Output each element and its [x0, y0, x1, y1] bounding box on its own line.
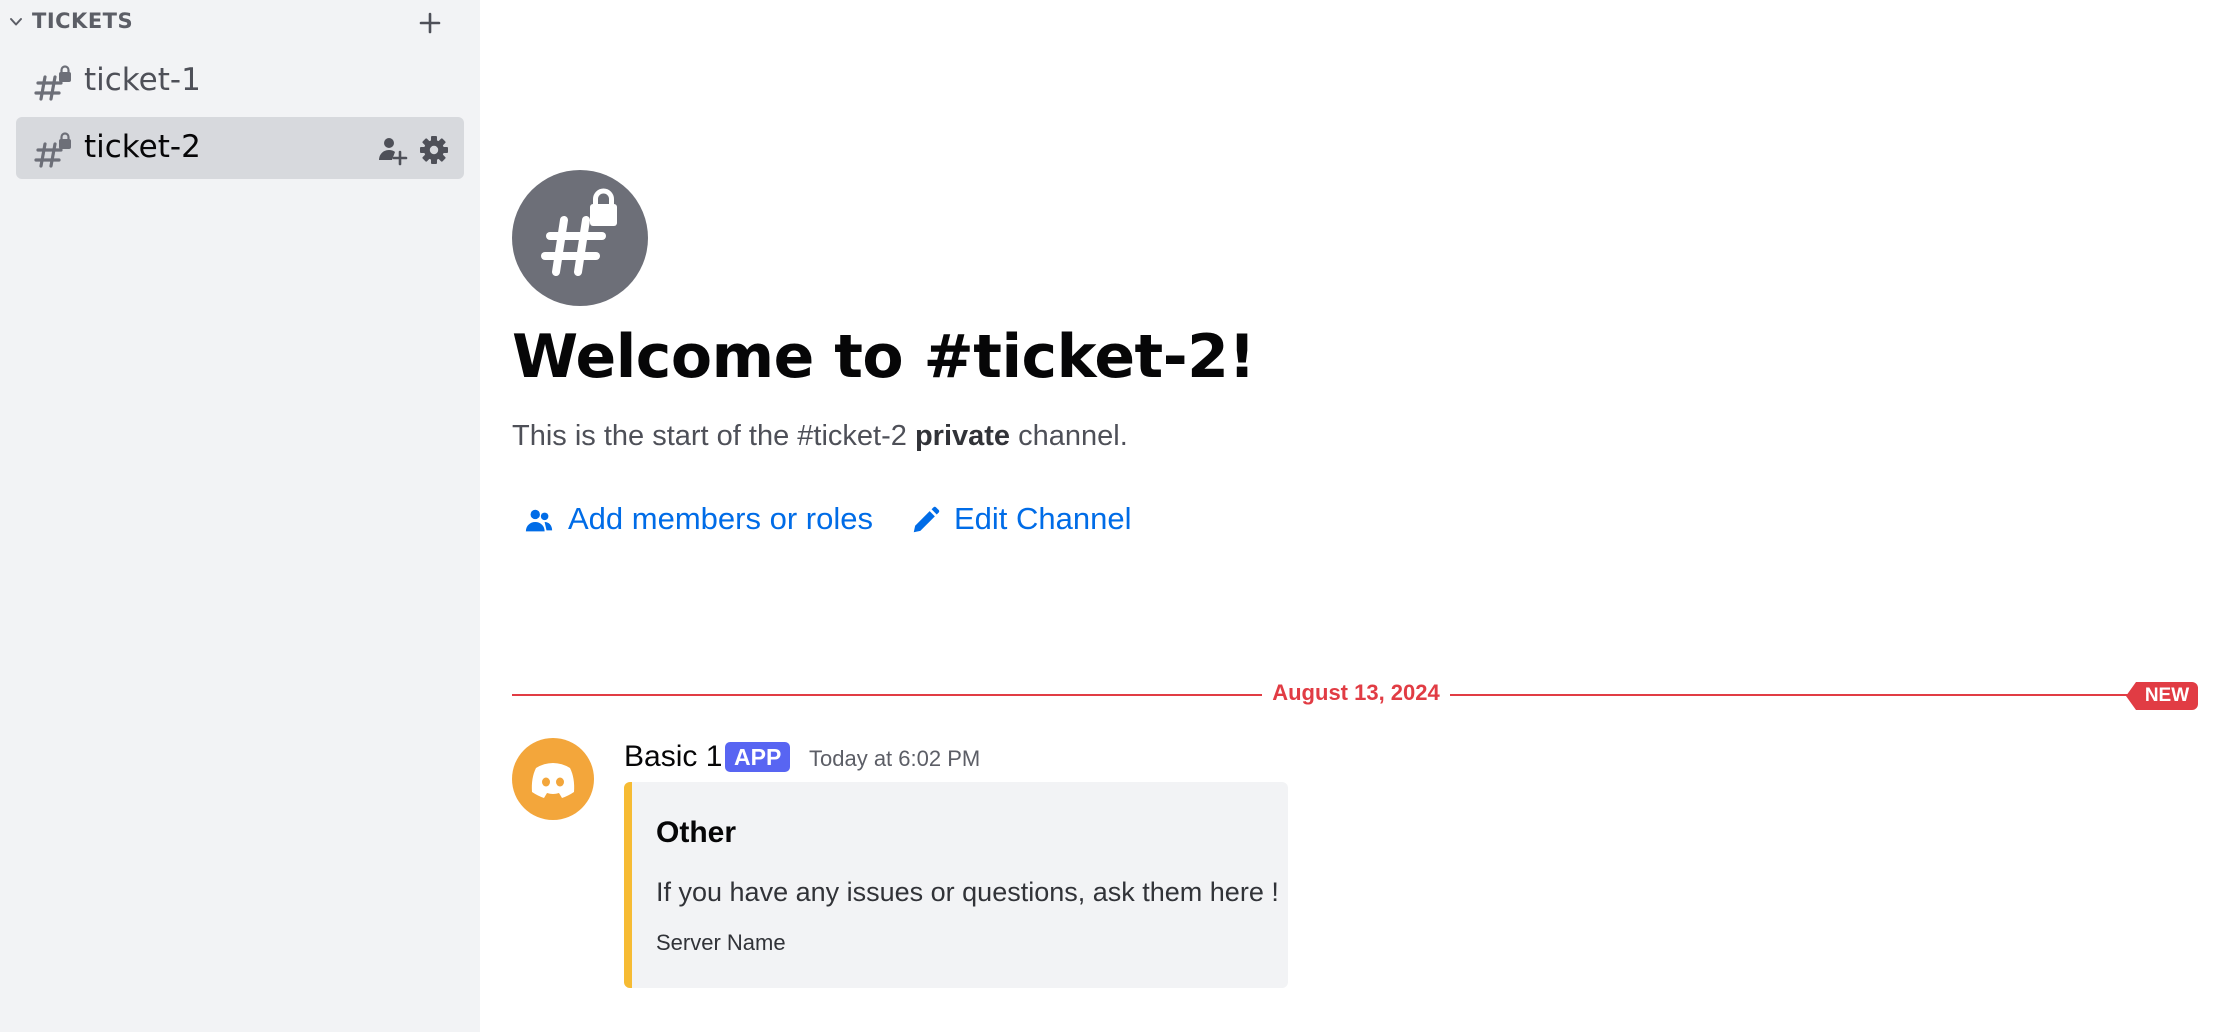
channel-hero-icon — [512, 170, 648, 306]
new-badge-label: NEW — [2144, 685, 2190, 706]
message-timestamp[interactable]: Today at 6:02 PM — [809, 746, 980, 772]
divider-date: August 13, 2024 — [1272, 680, 1440, 705]
add-member-icon[interactable] — [376, 134, 408, 166]
message-author[interactable]: Basic 1 — [624, 740, 722, 774]
embed-title: Other — [656, 816, 737, 849]
add-members-button[interactable]: Add members or roles — [524, 498, 873, 544]
edit-channel-button[interactable]: Edit Channel — [910, 498, 1146, 544]
embed-footer: Server Name — [656, 930, 786, 955]
welcome-subtitle: This is the start of the #ticket-2 priva… — [512, 420, 1128, 453]
subtitle-prefix: This is the start of the #ticket-2 — [512, 420, 915, 452]
chat-area: Welcome to #ticket-2! This is the start … — [480, 0, 2224, 1032]
edit-channel-label: Edit Channel — [954, 501, 1132, 536]
embed-description: If you have any issues or questions, ask… — [656, 877, 1279, 907]
channel-name: ticket-1 — [84, 62, 201, 98]
message-embed: Other If you have any issues or question… — [624, 782, 1288, 988]
add-member-icon — [525, 509, 553, 532]
embed-accent-bar — [624, 782, 632, 988]
hashtag-lock-icon — [34, 132, 71, 168]
welcome-title: Welcome to #ticket-2! — [512, 322, 1256, 392]
category-label: TICKETS — [32, 9, 134, 33]
avatar[interactable] — [512, 738, 594, 820]
channel-sidebar: TICKETS ticket-1 ticket-2 — [0, 0, 480, 1032]
subtitle-private: private — [914, 420, 1011, 452]
app-badge: APP — [725, 742, 791, 772]
channel-item-ticket-2[interactable]: ticket-2 — [16, 117, 464, 179]
hashtag-lock-icon — [541, 188, 617, 276]
new-badge: NEW — [2126, 682, 2198, 710]
hashtag-lock-icon — [34, 65, 71, 101]
gear-icon[interactable] — [418, 134, 450, 166]
chevron-down-icon — [10, 18, 22, 26]
add-members-label: Add members or roles — [568, 501, 873, 536]
pencil-icon — [913, 506, 940, 533]
plus-icon[interactable] — [415, 8, 445, 38]
new-messages-divider-left — [512, 694, 1262, 696]
channel-item-ticket-1[interactable]: ticket-1 — [16, 50, 464, 112]
discord-logo-icon — [531, 763, 575, 798]
channel-name: ticket-2 — [84, 129, 201, 165]
category-header-tickets[interactable]: TICKETS — [0, 0, 480, 44]
new-messages-divider-right — [1450, 694, 2130, 696]
subtitle-suffix: channel. — [1010, 420, 1128, 452]
